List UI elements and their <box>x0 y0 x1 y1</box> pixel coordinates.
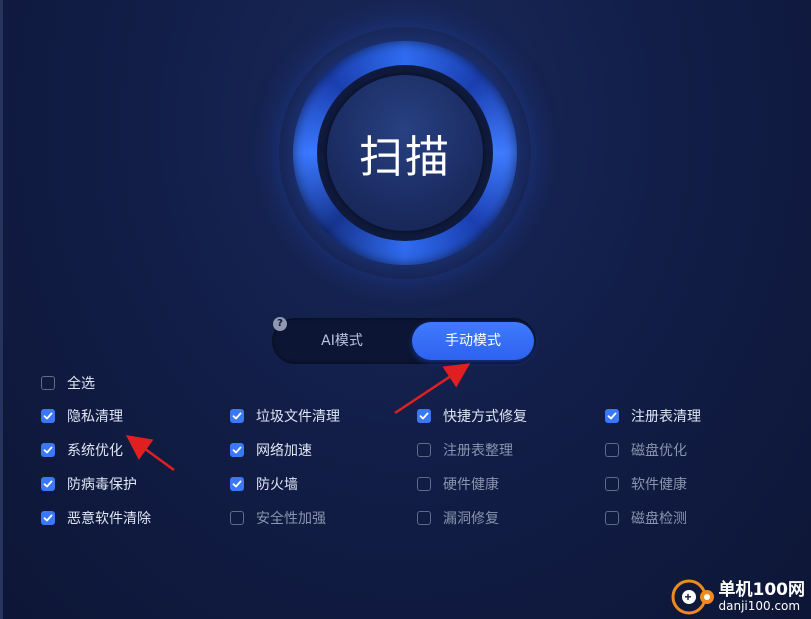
option-label: 垃圾文件清理 <box>256 409 340 425</box>
scan-button[interactable]: 扫描 <box>327 75 483 231</box>
ai-mode-button[interactable]: AI模式 <box>272 318 412 364</box>
checkbox-unchecked-icon[interactable] <box>417 477 431 491</box>
option-checkbox[interactable]: 快捷方式修复 <box>417 406 527 426</box>
help-icon[interactable]: ? <box>273 317 287 331</box>
option-label: 系统优化 <box>67 443 123 459</box>
svg-text:+: + <box>684 590 691 604</box>
checkbox-checked-icon[interactable] <box>41 409 55 423</box>
checkbox-checked-icon[interactable] <box>230 477 244 491</box>
option-checkbox[interactable]: 防病毒保护 <box>41 474 137 494</box>
scan-orb: 扫描 <box>279 27 531 279</box>
option-checkbox[interactable]: 注册表清理 <box>605 406 701 426</box>
select-all-checkbox[interactable]: 全选 <box>41 373 95 393</box>
watermark-logo-icon: + <box>671 579 714 615</box>
watermark: + 单机100网 danji100.com <box>671 577 806 617</box>
option-label: 安全性加强 <box>256 511 326 527</box>
option-checkbox[interactable]: 漏洞修复 <box>417 508 499 528</box>
option-label: 防火墙 <box>256 477 298 493</box>
mode-toggle: AI模式 手动模式 <box>272 318 536 364</box>
option-checkbox[interactable]: 防火墙 <box>230 474 298 494</box>
checkbox-checked-icon[interactable] <box>417 409 431 423</box>
watermark-url: danji100.com <box>718 599 801 613</box>
option-label: 隐私清理 <box>67 409 123 425</box>
option-label: 恶意软件清除 <box>67 511 151 527</box>
option-checkbox[interactable]: 硬件健康 <box>417 474 499 494</box>
option-label: 注册表清理 <box>631 409 701 425</box>
checkbox-checked-icon[interactable] <box>41 511 55 525</box>
option-checkbox[interactable]: 磁盘优化 <box>605 440 687 460</box>
arrow-to-options <box>125 435 175 472</box>
option-label: 软件健康 <box>631 477 687 493</box>
option-checkbox[interactable]: 网络加速 <box>230 440 312 460</box>
option-checkbox[interactable]: 磁盘检测 <box>605 508 687 528</box>
option-label: 注册表整理 <box>443 443 513 459</box>
checkbox-checked-icon[interactable] <box>41 443 55 457</box>
option-label: 磁盘检测 <box>631 511 687 527</box>
option-label: 磁盘优化 <box>631 443 687 459</box>
checkbox-unchecked-icon[interactable] <box>605 443 619 457</box>
option-checkbox[interactable]: 恶意软件清除 <box>41 508 151 528</box>
checkbox-checked-icon[interactable] <box>230 443 244 457</box>
manual-mode-button[interactable]: 手动模式 <box>412 322 534 360</box>
option-label: 快捷方式修复 <box>443 409 527 425</box>
option-checkbox[interactable]: 隐私清理 <box>41 406 123 426</box>
option-label: 漏洞修复 <box>443 511 499 527</box>
checkbox-checked-icon[interactable] <box>41 477 55 491</box>
checkbox-box[interactable] <box>41 376 55 390</box>
checkbox-unchecked-icon[interactable] <box>417 511 431 525</box>
option-label: 防病毒保护 <box>67 477 137 493</box>
option-label: 硬件健康 <box>443 477 499 493</box>
window-edge <box>0 0 3 619</box>
select-all-label: 全选 <box>67 376 95 392</box>
checkbox-checked-icon[interactable] <box>605 409 619 423</box>
checkbox-checked-icon[interactable] <box>230 409 244 423</box>
option-checkbox[interactable]: 垃圾文件清理 <box>230 406 340 426</box>
checkbox-unchecked-icon[interactable] <box>605 477 619 491</box>
option-checkbox[interactable]: 注册表整理 <box>417 440 513 460</box>
scan-button-label: 扫描 <box>359 132 451 183</box>
option-checkbox[interactable]: 系统优化 <box>41 440 123 460</box>
option-checkbox[interactable]: 安全性加强 <box>230 508 326 528</box>
checkbox-unchecked-icon[interactable] <box>417 443 431 457</box>
option-checkbox[interactable]: 软件健康 <box>605 474 687 494</box>
watermark-title: 单机100网 <box>718 580 806 600</box>
checkbox-unchecked-icon[interactable] <box>230 511 244 525</box>
option-label: 网络加速 <box>256 443 312 459</box>
checkbox-unchecked-icon[interactable] <box>605 511 619 525</box>
